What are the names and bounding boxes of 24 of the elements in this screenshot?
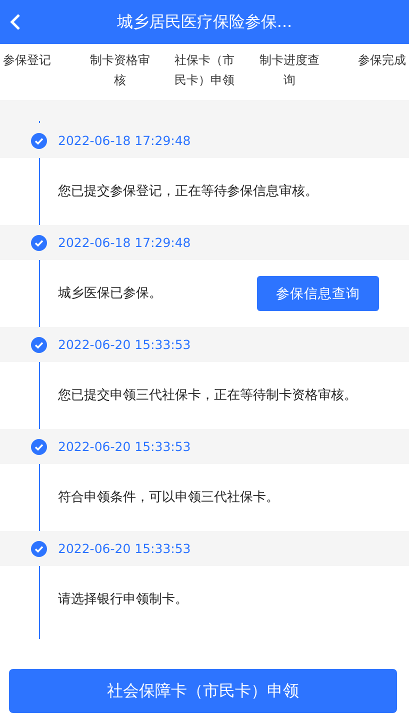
check-icon — [31, 438, 47, 454]
check-icon — [31, 234, 47, 250]
step-label: 参保完成 — [357, 52, 407, 69]
check-icon — [31, 132, 47, 148]
check-icon — [31, 540, 47, 556]
step-label: 参保登记 — [2, 52, 52, 69]
status-message: 您已提交参保登记，正在等待参保信息审核。 — [58, 183, 319, 201]
page-title: 城乡居民医疗保险参保... — [116, 12, 294, 32]
status-message: 您已提交申领三代社保卡，正在等待制卡资格审核。 — [58, 387, 358, 405]
step-label: 制卡进度查询 — [258, 52, 320, 89]
back-icon[interactable] — [9, 13, 21, 31]
timestamp: 2022-06-18 17:29:48 — [58, 133, 191, 148]
check-icon — [31, 336, 47, 352]
apply-button[interactable]: 社会保障卡（市民卡）申领 — [9, 669, 397, 713]
step-label: 制卡资格审核 — [88, 52, 151, 89]
status-message: 符合申领条件，可以申领三代社保卡。 — [58, 489, 280, 507]
timestamp: 2022-06-18 17:29:48 — [58, 235, 191, 250]
timestamp: 2022-06-20 15:33:53 — [58, 337, 191, 352]
timestamp: 2022-06-20 15:33:53 — [58, 541, 191, 556]
query-button[interactable]: 参保信息查询 — [257, 276, 379, 311]
timestamp: 2022-06-20 15:33:53 — [58, 439, 191, 454]
status-message: 城乡医保已参保。 — [58, 285, 163, 303]
status-message: 请选择银行申领制卡。 — [58, 591, 189, 609]
step-label: 社保卡（市民卡）申领 — [174, 52, 236, 89]
